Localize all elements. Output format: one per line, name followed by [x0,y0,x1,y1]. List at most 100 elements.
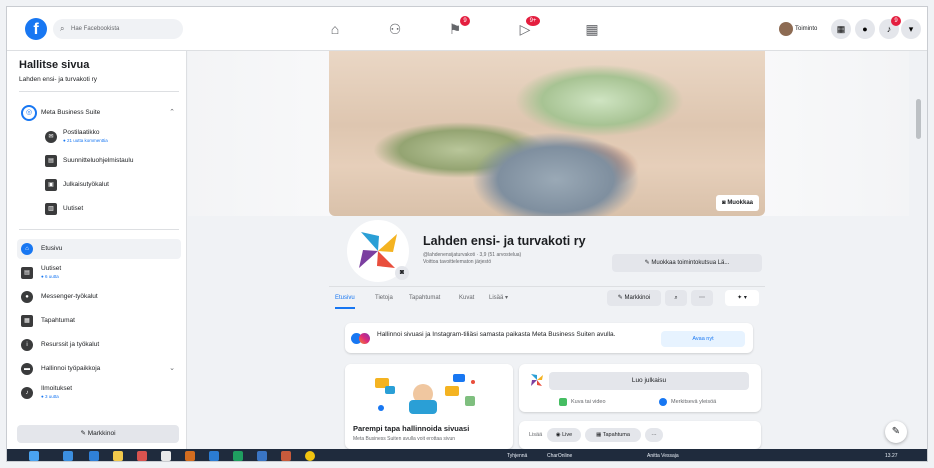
sidebar-item-messenger-tools[interactable]: ● Messenger-työkalut [17,287,181,307]
sidebar-item-planner[interactable]: ▤ Suunnitteluohjelmistaulu [17,151,181,171]
tab-about[interactable]: Tietoja [375,287,393,309]
search-input[interactable]: ⌕ Hae Facebookista [53,19,183,39]
create-post-button[interactable]: Luo julkaisu [549,372,749,390]
photo-icon [559,397,567,406]
post-composer-card: Luo julkaisu Kuva tai video Merkitsevä y… [519,364,761,412]
profile-shortcut[interactable]: Toiminto [779,19,831,39]
more-actions-button[interactable]: ··· [645,428,663,442]
pages-flag-icon[interactable]: ⚑ 9 [445,16,470,38]
taskbar-item[interactable]: CharOnline [547,449,572,461]
edit-cover-label: Muokkaa [727,200,753,206]
sidebar-item-events[interactable]: ▦ Tapahtumat [17,311,181,331]
promote-button[interactable]: ✎ Markkinoi [607,290,661,306]
browser-icon[interactable] [161,451,171,461]
task-view-icon[interactable] [89,451,99,461]
composer-actions-card: Lisää ◉ Live ▦ Tapahtuma ··· [519,421,761,449]
notification-badge: 9+ [526,16,540,26]
office-icon[interactable] [185,451,195,461]
home-icon: ⌂ [21,243,33,255]
tab-more[interactable]: Lisää ▾ [489,287,508,309]
instagram-icon [359,333,370,344]
file-explorer-icon[interactable] [113,451,123,461]
profile-name: Toiminto [795,26,818,32]
sidebar-item-jobs[interactable]: ▬ Hallinnoi työpaikkoja ⌄ [17,359,181,379]
word-icon[interactable] [209,451,219,461]
news-icon: ▤ [21,267,33,279]
compose-message-icon[interactable]: ✎ [885,421,907,443]
try-now-button[interactable]: Avaa nyt [661,331,745,347]
marketplace-icon[interactable]: ▦ [582,20,602,38]
sidebar-item-mbs-news[interactable]: ▥ Uutiset [17,199,181,219]
top-navigation-bar: f ⌕ Hae Facebookista ⌂ ⚇ ⚑ 9 ▷ 9+ ▦ Toimin… [7,7,927,51]
info-icon: i [21,339,33,351]
messenger-icon[interactable]: ● [855,19,875,39]
manage-page-sidebar: Hallitse sivua Lahden ensi- ja turvakoti… [7,51,187,449]
promote-button[interactable]: ✎ Markkinoi [17,425,179,443]
briefcase-icon: ▬ [21,363,33,375]
taskbar-item[interactable]: Anitta Vessaja [647,449,679,461]
sidebar-item-home[interactable]: ⌂ Etusivu [17,239,181,259]
watch-icon[interactable]: ▷ 9+ [515,16,540,38]
search-icon[interactable]: ⌕ [665,290,687,306]
tag-audience-button[interactable]: Merkitsevä yleisöä [659,396,716,408]
photo-video-button[interactable]: Kuva tai video [559,396,606,408]
chrome-icon[interactable] [305,451,315,461]
app-icon[interactable] [137,451,147,461]
sidebar-item-label: Julkaisutyökalut [63,181,109,188]
start-windows-icon[interactable] [29,451,39,461]
banner-text: Hallinnoi sivuasi ja Instagram-tiliäsi s… [377,331,616,338]
sidebar-item-inbox[interactable]: ✉ Postilaatikko ● 21 uutta kommenttia [17,127,181,147]
page-tabs: Etusivu Tietoja Tapahtumat Kuvat Lisää ▾… [329,286,765,309]
page-switcher-chevron-down-icon[interactable]: ✦ ▾ [725,290,759,306]
taskbar-item[interactable]: Tyhjennä [507,449,527,461]
edit-action-button[interactable]: ✎ Muokkaa toimintokutsua Lä... [612,254,762,272]
search-placeholder: Hae Facebookista [71,26,120,32]
sidebar-item-label: Meta Business Suite [41,109,101,116]
more-options-icon[interactable]: ⋯ [691,290,713,306]
facebook-logo-icon[interactable]: f [25,18,47,40]
tab-photos[interactable]: Kuvat [459,287,474,309]
notifications-bell-icon[interactable]: ♪ 9 [879,16,901,39]
publishing-tools-icon: ▣ [45,179,57,191]
page-scrollbar[interactable] [909,51,927,449]
calendar-icon: ▦ [21,315,33,327]
outlook-icon[interactable] [257,451,267,461]
sidebar-item-label: Messenger-työkalut [41,293,98,300]
promote-label: Markkinoi [87,430,116,437]
taskbar-clock[interactable]: 13.27 [885,449,898,461]
audience-icon [659,397,667,406]
edit-cover-button[interactable]: ◙ Muokkaa [716,195,759,211]
powerpoint-icon[interactable] [281,451,291,461]
sidebar-item-sub: ● 3 uutta [41,394,59,399]
live-button[interactable]: ◉ Live [547,428,581,442]
friends-icon[interactable]: ⚇ [385,20,405,38]
sidebar-item-publishing-tools[interactable]: ▣ Julkaisutyökalut [17,175,181,195]
sidebar-item-news[interactable]: ▤ Uutiset ● 6 uutta [17,263,181,283]
sidebar-item-label: Hallinnoi työpaikkoja [41,365,101,372]
sidebar-page-name: Lahden ensi- ja turvakoti ry [19,76,98,83]
megaphone-icon: ✎ [617,295,625,301]
search-icon: ⌕ [60,24,65,33]
account-chevron-down-icon[interactable]: ▾ [901,19,921,39]
menu-grid-icon[interactable]: ▦ [831,19,851,39]
photo-video-label: Kuva tai video [571,399,606,405]
tab-home[interactable]: Etusivu [335,287,355,309]
camera-icon[interactable]: ◙ [395,266,409,280]
sidebar-item-sub: ● 21 uutta kommenttia [63,138,108,143]
promo-illustration-icon [375,374,475,414]
sidebar-item-label: Resurssit ja työkalut [41,341,100,348]
scroll-thumb[interactable] [916,99,921,139]
search-icon[interactable] [63,451,73,461]
home-icon[interactable]: ⌂ [325,20,345,38]
sidebar-item-label: Uutiset [63,205,84,212]
page-avatar-icon [531,374,543,386]
event-button[interactable]: ▦ Tapahtuma [585,428,641,442]
sidebar-item-resources[interactable]: i Resurssit ja työkalut [17,335,181,355]
tab-events[interactable]: Tapahtumat [409,287,440,309]
sidebar-item-meta-business-suite[interactable]: ◎ Meta Business Suite ⌃ [17,103,181,123]
messenger-icon: ● [21,291,33,303]
excel-icon[interactable] [233,451,243,461]
sidebar-item-notifications[interactable]: ♪ Ilmoitukset ● 3 uutta [17,383,181,403]
cover-photo: ◙ Muokkaa [329,51,765,216]
sidebar-item-label: Tapahtumat [41,317,75,324]
